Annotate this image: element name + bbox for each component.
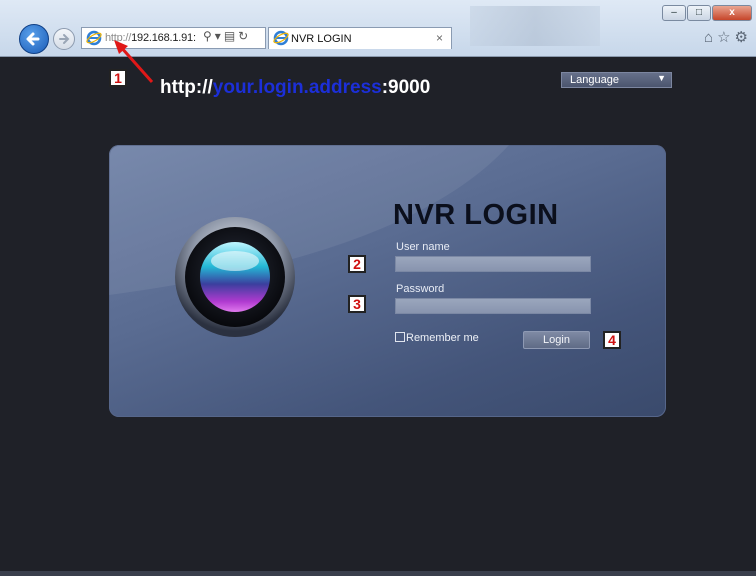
step-badge-3: 3 xyxy=(348,295,366,313)
login-title: NVR LOGIN xyxy=(393,199,559,231)
tab-nvr-login[interactable]: NVR LOGIN × xyxy=(268,27,452,49)
step-badge-2: 2 xyxy=(348,255,366,273)
step-badge-4: 4 xyxy=(603,331,621,349)
compat-view-icon[interactable]: ▤ xyxy=(224,29,235,43)
tab-close-button[interactable]: × xyxy=(436,31,443,45)
address-tools: ⚲ ▾ ▤ ↻ xyxy=(203,29,251,43)
close-window-button[interactable]: x xyxy=(712,5,752,21)
remember-me[interactable]: Remember me xyxy=(395,332,479,344)
back-button[interactable] xyxy=(19,24,49,54)
forward-button[interactable] xyxy=(53,28,75,50)
language-label: Language xyxy=(570,74,619,86)
password-input[interactable] xyxy=(395,298,591,314)
tab-label: NVR LOGIN xyxy=(291,33,352,45)
password-label: Password xyxy=(396,283,445,295)
hint-prefix: http:// xyxy=(160,77,213,98)
address-bar[interactable]: http://192.168.1.91: ⚲ ▾ ▤ ↻ xyxy=(81,27,266,49)
hint-placeholder: your.login.address xyxy=(212,77,382,98)
window-controls: – □ x xyxy=(661,2,752,21)
username-label: User name xyxy=(396,241,450,253)
refresh-icon[interactable]: ↻ xyxy=(238,29,248,43)
camera-lens-icon xyxy=(175,217,295,337)
back-arrow-icon xyxy=(26,32,40,46)
home-icon[interactable]: ⌂ xyxy=(704,29,717,46)
login-button[interactable]: Login xyxy=(523,331,590,349)
remember-checkbox[interactable] xyxy=(395,332,405,342)
search-icon[interactable]: ⚲ xyxy=(203,29,212,43)
username-input[interactable] xyxy=(395,256,591,272)
ie-logo-icon xyxy=(86,30,102,46)
red-arrow-icon xyxy=(114,40,154,83)
toolbar-background-strip xyxy=(470,6,600,46)
remember-label: Remember me xyxy=(406,332,479,344)
maximize-button[interactable]: □ xyxy=(687,5,711,21)
settings-gear-icon[interactable]: ⚙ xyxy=(735,29,752,46)
login-panel: NVR LOGIN 2 User name 3 Password Remembe… xyxy=(109,145,666,417)
login-address-hint: http://your.login.address:9000 xyxy=(160,77,430,99)
dropdown-icon[interactable]: ▾ xyxy=(215,29,221,43)
window-bottom-border xyxy=(0,571,756,576)
minimize-button[interactable]: – xyxy=(662,5,686,21)
hint-suffix: :9000 xyxy=(381,77,431,98)
browser-command-icons: ⌂☆⚙ xyxy=(704,28,752,46)
chevron-down-icon: ▼ xyxy=(657,73,666,83)
language-select[interactable]: Language ▼ xyxy=(561,72,672,88)
ie-logo-icon xyxy=(273,30,289,46)
favorites-star-icon[interactable]: ☆ xyxy=(717,29,734,46)
forward-arrow-icon xyxy=(59,34,70,44)
